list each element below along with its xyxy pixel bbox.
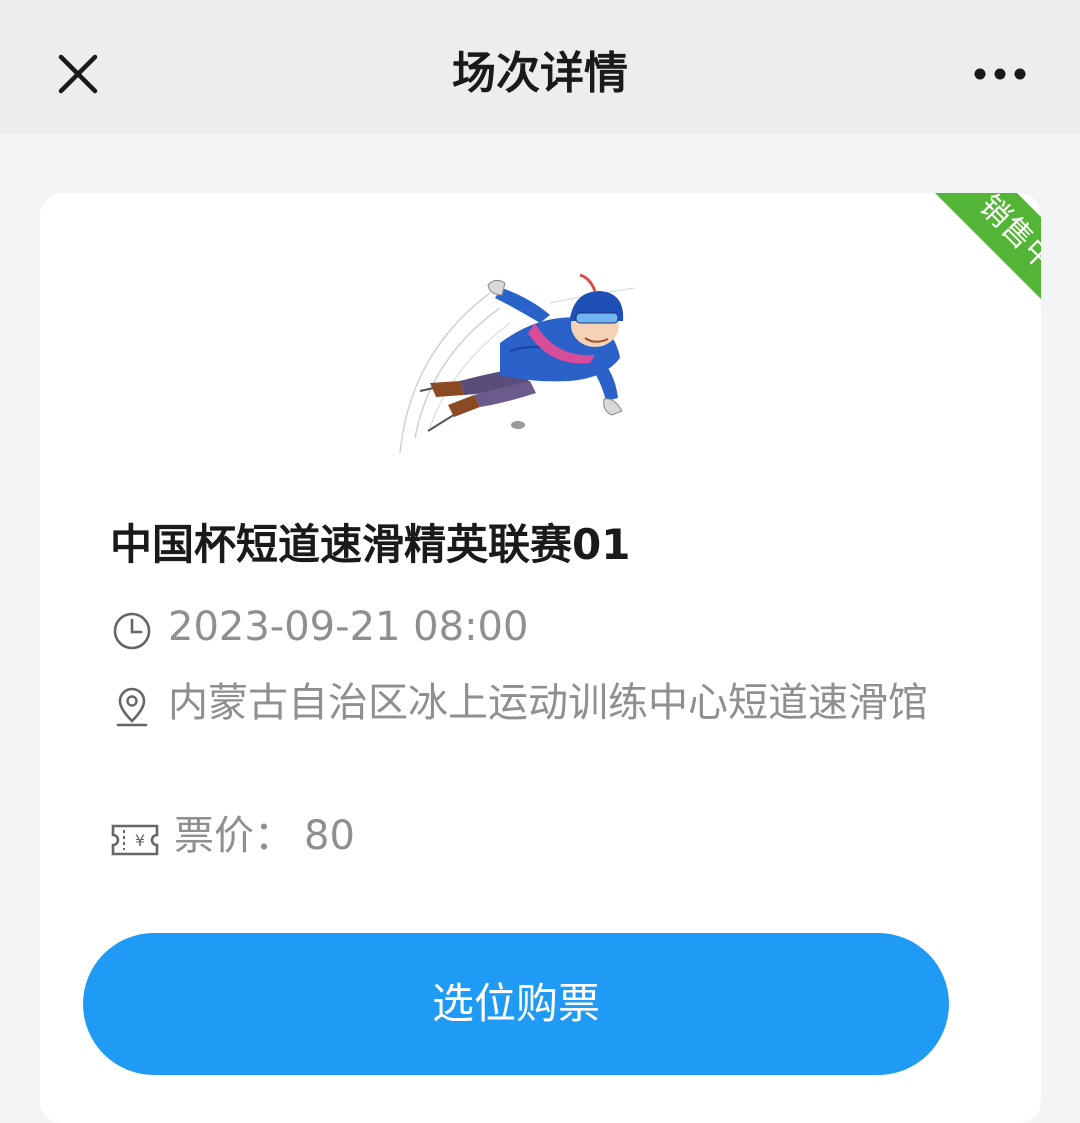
event-datetime: 2023-09-21 08:00 <box>168 604 529 650</box>
page-title: 场次详情 <box>452 48 628 99</box>
location-pin-icon <box>116 687 148 727</box>
price-value: 80 <box>304 813 355 859</box>
event-location: 内蒙古自治区冰上运动训练中心短道速滑馆 <box>168 680 928 726</box>
clock-icon <box>113 612 151 650</box>
status-badge-corner: 销售中 <box>891 193 1041 343</box>
event-location-row: 内蒙古自治区冰上运动训练中心短道速滑馆 <box>110 675 970 731</box>
ticket-icon: ¥ <box>111 824 159 856</box>
skater-illustration <box>399 273 636 454</box>
top-navigation-bar: 场次详情 <box>0 0 1080 134</box>
more-button[interactable] <box>964 44 1036 104</box>
event-price-row: ¥ 票价： 80 <box>110 808 355 864</box>
event-time-row: 2023-09-21 08:00 <box>110 599 528 655</box>
svg-text:¥: ¥ <box>135 831 145 850</box>
event-title: 中国杯短道速滑精英联赛01 <box>110 520 631 569</box>
select-seat-buy-button[interactable]: 选位购票 <box>83 933 949 1075</box>
more-dots-icon <box>974 68 1026 80</box>
price-label: 票价： <box>174 813 294 859</box>
event-card: 销售中 中国杯短道速滑精英联赛01 2023-09-21 08:00 内蒙古自治… <box>40 193 1041 1123</box>
status-badge: 销售中 <box>915 193 1041 336</box>
